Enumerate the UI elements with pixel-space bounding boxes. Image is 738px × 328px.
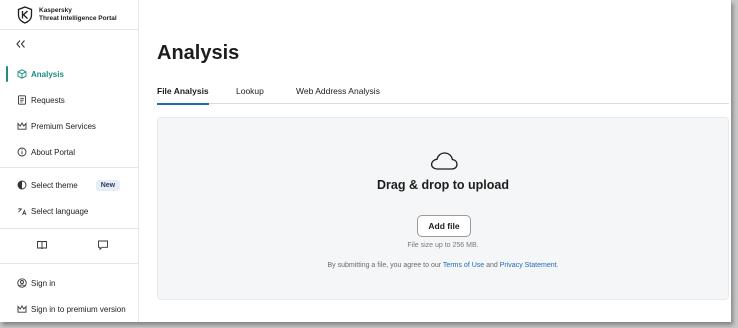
crown-icon [17,305,27,313]
tab-file-analysis[interactable]: File Analysis [157,86,209,105]
sidebar-item-label: Requests [31,95,65,105]
sidebar-item-select-theme[interactable]: Select theme New [0,174,139,196]
add-file-button[interactable]: Add file [417,215,471,237]
agreement-suffix: . [556,262,559,269]
agreement-and: and [486,262,498,269]
page-title: Analysis [157,42,240,64]
divider [0,29,139,30]
crown-icon [17,122,27,130]
tab-bar: File Analysis Lookup Web Address Analysi… [157,86,729,105]
brand-product: Threat Intelligence Portal [39,15,117,22]
kaspersky-logo-icon [17,6,33,24]
sidebar-item-label: About Portal [31,147,76,157]
brand[interactable]: Kaspersky Threat Intelligence Portal [17,6,117,24]
sidebar-item-label: Sign in [31,278,56,288]
agreement-prefix: By submitting a file, you agree to our [327,262,442,269]
tab-lookup[interactable]: Lookup [236,86,264,104]
document-icon [18,95,26,105]
brand-text: Kaspersky Threat Intelligence Portal [39,7,117,24]
sidebar-item-sign-in-premium[interactable]: Sign in to premium version [0,298,139,320]
privacy-statement-link[interactable]: Privacy Statement [500,262,557,269]
divider [0,228,139,229]
agreement-text: By submitting a file, you agree to our T… [158,262,728,269]
upload-title: Drag & drop to upload [377,178,509,192]
sidebar-item-requests[interactable]: Requests [0,89,139,111]
sidebar-item-analysis[interactable]: Analysis [0,63,139,85]
divider [0,263,139,264]
file-size-note: File size up to 256 MB. [407,242,479,249]
sidebar-item-sign-in[interactable]: Sign in [0,272,139,294]
brand-name: Kaspersky [39,6,72,14]
sidebar-item-label: Premium Services [31,121,96,131]
chat-icon[interactable] [97,239,109,251]
double-chevron-left-icon[interactable] [14,38,28,50]
cube-icon [17,69,27,79]
sidebar-item-label: Sign in to premium version [31,304,126,314]
sidebar-item-select-language[interactable]: Select language [0,200,139,222]
theme-icon [17,180,27,190]
upload-dropzone[interactable]: Drag & drop to upload Add file File size… [157,117,729,300]
sidebar-item-label: Analysis [31,69,64,79]
info-icon [17,147,27,157]
book-icon[interactable] [36,239,48,251]
app-window: Kaspersky Threat Intelligence Portal Ana… [0,0,731,322]
tab-web-address-analysis[interactable]: Web Address Analysis [296,86,380,104]
sidebar-item-label: Select language [31,206,89,216]
sidebar-item-about-portal[interactable]: About Portal [0,141,139,163]
user-icon [17,278,27,288]
sidebar: Kaspersky Threat Intelligence Portal Ana… [0,0,139,322]
sidebar-item-premium-services[interactable]: Premium Services [0,115,139,137]
divider [0,167,139,168]
terms-of-use-link[interactable]: Terms of Use [443,262,484,269]
cloud-icon [430,152,458,170]
main-content: Analysis File Analysis Lookup Web Addres… [140,0,731,322]
new-badge: New [95,179,121,191]
sidebar-item-label: Select theme [31,180,78,190]
language-icon [18,208,27,216]
